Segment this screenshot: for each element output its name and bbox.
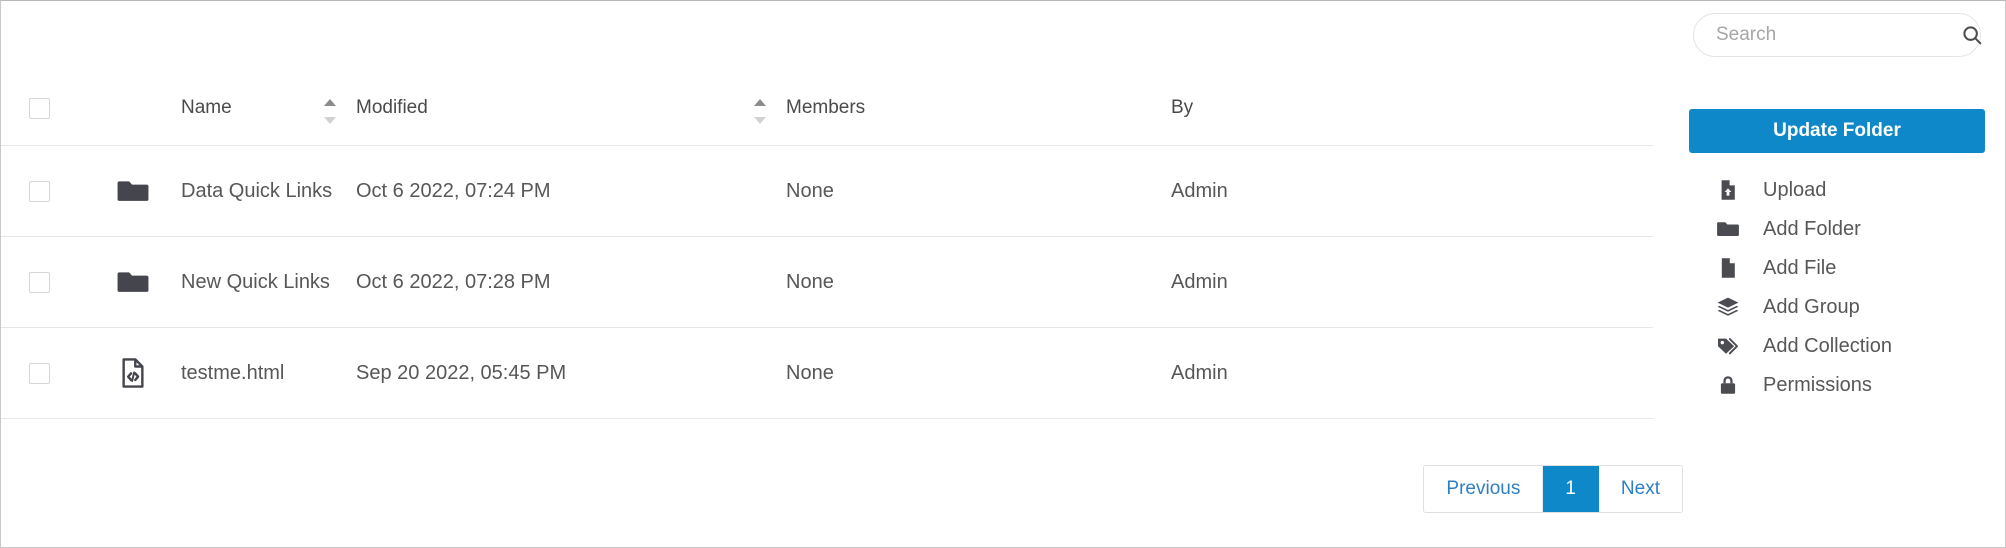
row-members: None (786, 236, 1171, 328)
folder-icon (116, 174, 150, 208)
row-by: Admin (1171, 145, 1653, 237)
search-icon[interactable] (1961, 24, 1983, 46)
file-table: Name Modified Members By Data Quick Link… (1, 89, 1653, 419)
row-icon-cell (116, 327, 181, 419)
tags-icon (1715, 333, 1741, 359)
row-select-cell (1, 236, 116, 328)
action-upload[interactable]: Upload (1689, 173, 1985, 207)
file-upload-icon (1715, 177, 1741, 203)
code-file-icon (116, 356, 150, 390)
pagination-page-1[interactable]: 1 (1543, 466, 1599, 512)
update-folder-button[interactable]: Update Folder (1689, 109, 1985, 153)
row-name[interactable]: Data Quick Links (181, 145, 356, 237)
action-label: Upload (1763, 178, 1827, 201)
action-label: Add File (1763, 256, 1837, 279)
column-header-by-label: By (1171, 97, 1194, 118)
column-header-name[interactable]: Name (181, 89, 356, 146)
action-label: Permissions (1763, 373, 1872, 396)
sort-arrows-modified[interactable] (754, 93, 766, 127)
row-name[interactable]: New Quick Links (181, 236, 356, 328)
action-sidebar: Update Folder Upload Add Folder Add File… (1689, 109, 1985, 402)
select-all-checkbox[interactable] (29, 97, 50, 119)
search-container (1693, 13, 1983, 57)
row-name[interactable]: testme.html (181, 327, 356, 419)
icon-header (116, 89, 181, 146)
action-add-collection[interactable]: Add Collection (1689, 329, 1985, 363)
row-select-cell (1, 327, 116, 419)
pagination-previous[interactable]: Previous (1424, 466, 1544, 512)
action-add-folder[interactable]: Add Folder (1689, 212, 1985, 246)
action-label: Add Folder (1763, 217, 1861, 240)
sort-arrows-name[interactable] (324, 93, 336, 127)
column-header-name-label: Name (181, 97, 232, 118)
lock-icon (1715, 372, 1741, 398)
column-header-members[interactable]: Members (786, 89, 1171, 146)
action-label: Add Collection (1763, 334, 1892, 357)
action-list: Upload Add Folder Add File Add Group Add… (1689, 173, 1985, 402)
sort-asc-icon[interactable] (324, 99, 336, 106)
row-by: Admin (1171, 327, 1653, 419)
action-permissions[interactable]: Permissions (1689, 368, 1985, 402)
file-table-container: Name Modified Members By Data Quick Link… (1, 89, 1653, 419)
row-by: Admin (1171, 236, 1653, 328)
column-header-modified-label: Modified (356, 97, 428, 118)
search-box[interactable] (1693, 13, 1983, 57)
row-icon-cell (116, 145, 181, 237)
sort-asc-icon[interactable] (754, 99, 766, 106)
pagination: Previous 1 Next (1423, 465, 1683, 513)
folder-icon (116, 265, 150, 299)
row-checkbox[interactable] (29, 180, 50, 202)
row-checkbox[interactable] (29, 271, 50, 293)
action-add-group[interactable]: Add Group (1689, 290, 1985, 324)
row-modified: Oct 6 2022, 07:24 PM (356, 145, 786, 237)
row-modified: Sep 20 2022, 05:45 PM (356, 327, 786, 419)
sort-desc-icon[interactable] (754, 117, 766, 124)
select-all-header (1, 89, 116, 146)
row-icon-cell (116, 236, 181, 328)
layers-icon (1715, 294, 1741, 320)
row-checkbox[interactable] (29, 362, 50, 384)
row-modified: Oct 6 2022, 07:28 PM (356, 236, 786, 328)
table-row[interactable]: Data Quick Links Oct 6 2022, 07:24 PM No… (1, 145, 1653, 237)
action-label: Add Group (1763, 295, 1860, 318)
file-table-body: Data Quick Links Oct 6 2022, 07:24 PM No… (1, 145, 1653, 419)
sort-desc-icon[interactable] (324, 117, 336, 124)
row-select-cell (1, 145, 116, 237)
row-members: None (786, 327, 1171, 419)
search-input[interactable] (1716, 24, 1961, 46)
action-add-file[interactable]: Add File (1689, 251, 1985, 285)
table-header-row: Name Modified Members By (1, 89, 1653, 146)
pagination-next[interactable]: Next (1598, 466, 1682, 512)
folder-icon (1715, 216, 1741, 242)
table-row[interactable]: testme.html Sep 20 2022, 05:45 PM None A… (1, 327, 1653, 419)
column-header-by[interactable]: By (1171, 89, 1653, 146)
file-browser-page: Name Modified Member (0, 0, 2006, 548)
file-icon (1715, 255, 1741, 281)
column-header-modified[interactable]: Modified (356, 89, 786, 146)
table-row[interactable]: New Quick Links Oct 6 2022, 07:28 PM Non… (1, 236, 1653, 328)
row-members: None (786, 145, 1171, 237)
column-header-members-label: Members (786, 97, 866, 118)
